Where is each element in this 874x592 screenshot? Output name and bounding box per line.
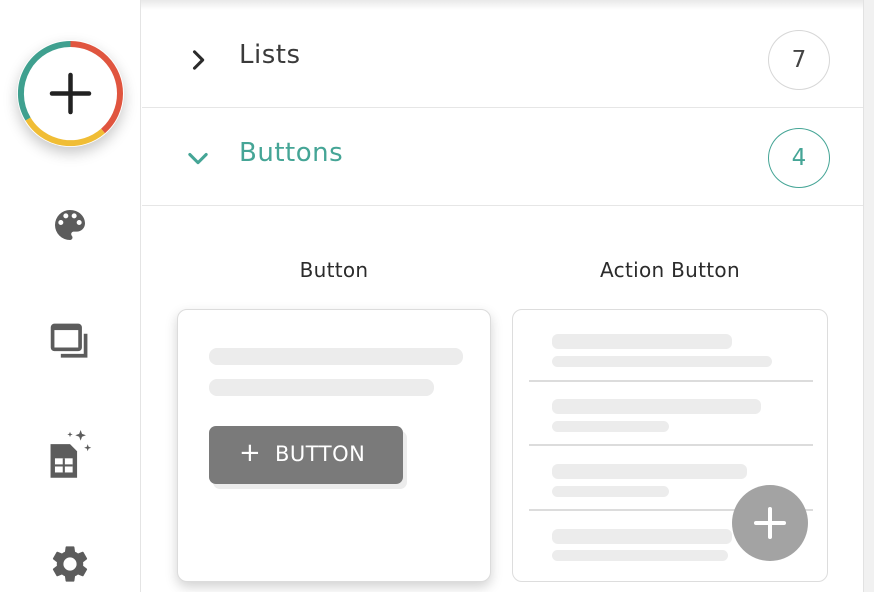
chevron-down-icon	[188, 152, 208, 165]
component-label-action-button: Action Button	[600, 258, 740, 282]
skeleton-line	[552, 550, 728, 561]
component-label-button: Button	[299, 258, 369, 282]
skeleton-line	[552, 399, 761, 414]
palette-icon[interactable]	[45, 205, 95, 255]
skeleton-line	[552, 356, 772, 367]
gear-icon[interactable]	[45, 542, 95, 592]
section-buttons[interactable]: Buttons 4	[142, 108, 863, 206]
sheet-sparkle-icon[interactable]	[45, 425, 95, 478]
plus-icon	[17, 40, 124, 147]
list-divider	[529, 444, 813, 446]
skeleton-line	[552, 334, 732, 349]
list-divider	[529, 380, 813, 382]
button-component-card[interactable]: + BUTTON	[177, 309, 491, 582]
skeleton-line	[552, 421, 669, 432]
count-badge: 4	[768, 128, 830, 188]
sidebar	[0, 0, 141, 592]
scrollbar-track[interactable]	[863, 0, 874, 592]
skeleton-line	[552, 464, 747, 479]
section-title: Lists	[239, 40, 301, 70]
action-button-component-card[interactable]	[512, 309, 828, 582]
skeleton-line	[209, 379, 434, 396]
plus-icon: +	[239, 438, 261, 468]
skeleton-line	[552, 486, 669, 497]
demo-button[interactable]: + BUTTON	[209, 426, 403, 484]
chevron-right-icon	[192, 50, 205, 70]
plus-icon	[754, 507, 786, 539]
count-badge: 7	[768, 30, 830, 90]
skeleton-line	[209, 348, 463, 365]
section-lists[interactable]: Lists 7	[142, 10, 863, 108]
skeleton-line	[552, 529, 732, 544]
action-fab[interactable]	[732, 485, 808, 561]
windows-icon[interactable]	[45, 320, 95, 370]
demo-button-label: BUTTON	[275, 442, 366, 466]
top-shadow	[141, 0, 863, 10]
add-button[interactable]	[17, 40, 124, 147]
section-title: Buttons	[239, 138, 344, 168]
